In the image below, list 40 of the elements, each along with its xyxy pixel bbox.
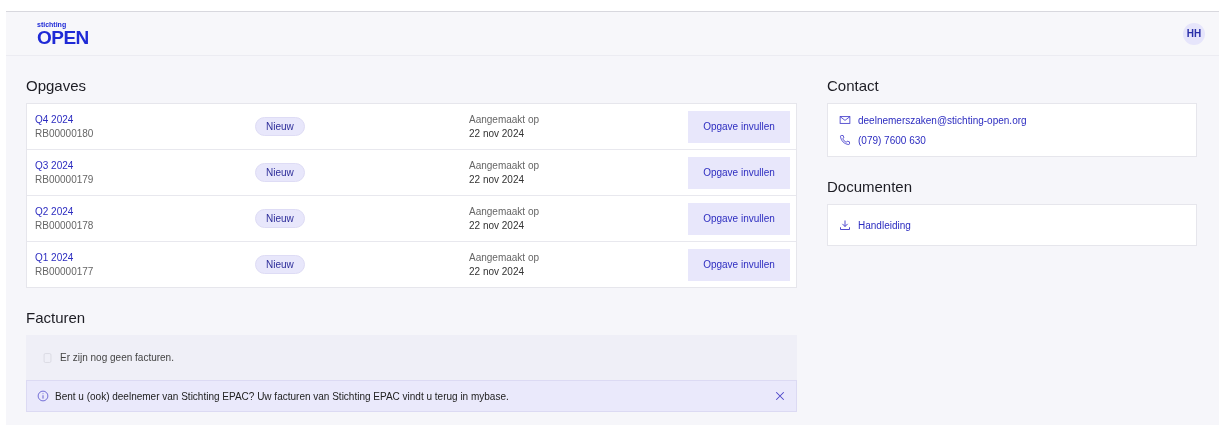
reference-number: RB00000177 — [35, 264, 95, 279]
period-link[interactable]: Q4 2024 — [35, 112, 255, 127]
status-badge: Nieuw — [255, 163, 305, 182]
fill-in-button[interactable]: Opgave invullen — [688, 202, 790, 235]
period-link[interactable]: Q2 2024 — [35, 204, 255, 219]
fill-in-button[interactable]: Opgave invullen — [688, 110, 790, 143]
empty-message: Er zijn nog geen facturen. — [60, 352, 174, 363]
envelope-icon — [839, 114, 851, 126]
phone-icon — [839, 134, 851, 146]
created-label: Aangemaakt op — [469, 250, 541, 265]
document-link[interactable]: Handleiding — [858, 219, 911, 231]
section-title: Documenten — [827, 177, 914, 197]
close-button[interactable] — [774, 390, 786, 402]
avatar-button[interactable]: HH — [1183, 22, 1205, 45]
info-icon — [37, 390, 49, 402]
status-badge: Nieuw — [255, 255, 305, 274]
section-title: Contact — [827, 76, 880, 96]
period-link[interactable]: Q3 2024 — [35, 158, 255, 173]
fill-in-button[interactable]: Opgave invullen — [688, 156, 790, 189]
created-date: 22 nov 2024 — [469, 126, 526, 141]
created-date: 22 nov 2024 — [469, 218, 526, 233]
period-link[interactable]: Q1 2024 — [35, 250, 255, 265]
created-date: 22 nov 2024 — [469, 172, 526, 187]
status-badge: Nieuw — [255, 209, 305, 228]
contact-link[interactable]: deelnemerszaken@stichting-open.org — [858, 114, 1027, 126]
info-message: Bent u (ook) deelnemer van Stichting EPAC? Uw facturen van Stichting EPAC vindt u terug in mybase. — [55, 390, 510, 402]
created-date: 22 nov 2024 — [469, 264, 526, 279]
download-icon — [839, 219, 851, 231]
close-icon — [774, 390, 786, 402]
section-title: Opgaves — [26, 76, 88, 96]
reference-number: RB00000178 — [35, 218, 95, 233]
created-label: Aangemaakt op — [469, 158, 541, 173]
reference-number: RB00000180 — [35, 126, 95, 141]
fill-in-button[interactable]: Opgave invullen — [688, 248, 790, 281]
created-label: Aangemaakt op — [469, 204, 541, 219]
reference-number: RB00000179 — [35, 172, 95, 187]
created-label: Aangemaakt op — [469, 112, 541, 127]
status-badge: Nieuw — [255, 117, 305, 136]
section-title: Facturen — [26, 308, 87, 328]
contact-link[interactable]: (079) 7600 630 — [858, 134, 926, 146]
